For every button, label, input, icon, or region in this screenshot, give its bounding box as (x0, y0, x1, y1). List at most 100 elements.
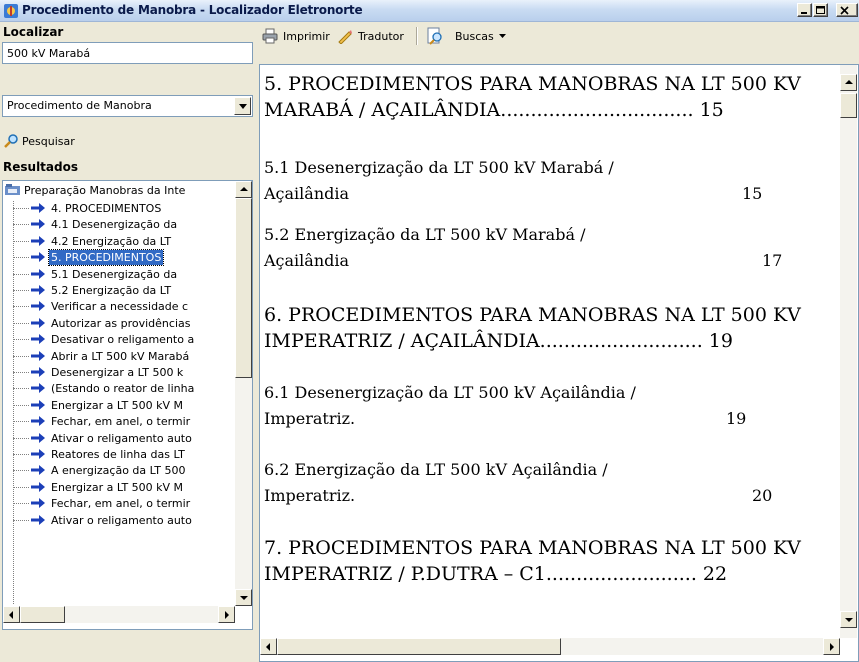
tree-root[interactable]: Preparação Manobras da Inte (3, 182, 235, 199)
arrow-right-icon (31, 399, 45, 410)
scroll-up-icon[interactable] (235, 181, 252, 198)
tree-item[interactable]: 5.1 Desenergização da (3, 266, 235, 283)
tree-item[interactable]: Desenergizar a LT 500 k (3, 364, 235, 381)
tree-item[interactable]: Fechar, em anel, o termir (3, 495, 235, 512)
arrow-right-icon (31, 465, 45, 476)
tree-root-label: Preparação Manobras da Inte (24, 184, 186, 197)
scroll-thumb[interactable] (20, 606, 65, 623)
document-horizontal-scrollbar[interactable] (260, 638, 840, 655)
tree-connector (13, 290, 29, 291)
tree-item-label: 5.1 Desenergização da (51, 267, 178, 281)
tree-vertical-scrollbar[interactable] (235, 181, 252, 606)
tree-item[interactable]: Abrir a LT 500 kV Marabá (3, 348, 235, 365)
tree-connector (13, 437, 29, 439)
tree-item[interactable]: (Estando o reator de linha (3, 380, 235, 397)
arrow-right-icon (31, 432, 45, 443)
scroll-left-icon[interactable] (260, 638, 277, 655)
searches-button[interactable]: Buscas (426, 26, 507, 46)
tree-item[interactable]: Autorizar as providências (3, 315, 235, 332)
tree-connector (13, 486, 29, 488)
tree-item-label: 5.2 Energização da LT (51, 284, 172, 297)
tree-item-label: Desenergizar a LT 500 k (51, 366, 184, 379)
tree-item[interactable]: Reatores de linha das LT (3, 446, 235, 463)
title-bar[interactable]: Procedimento de Manobra - Localizador El… (0, 0, 859, 22)
tree-item[interactable]: Desativar o religamento a (3, 331, 235, 348)
chevron-down-icon[interactable] (234, 97, 251, 115)
tree-item[interactable]: Verificar a necessidade c (3, 298, 235, 315)
doc-entry-title: 5.2 Energização da LT 500 kV Marabá / (264, 225, 586, 244)
tree-item-label: 4.1 Desenergização da (51, 218, 178, 232)
document-viewer[interactable]: 5. PROCEDIMENTOS PARA MANOBRAS NA LT 500… (259, 64, 859, 662)
doc-entry-page-number: 19 (726, 409, 747, 428)
scroll-down-icon[interactable] (840, 611, 857, 628)
scroll-up-icon[interactable] (840, 74, 857, 91)
results-tree-list: Preparação Manobras da Inte 4. PROCEDIME… (3, 181, 235, 606)
close-button[interactable] (836, 3, 858, 17)
arrow-right-icon (31, 203, 45, 213)
tree-item[interactable]: Energizar a LT 500 kV M (3, 397, 235, 414)
tree-item-label: Energizar a LT 500 kV M (51, 398, 184, 412)
type-select[interactable]: Procedimento de Manobra (2, 95, 253, 117)
doc-entry-continuation: Açailândia (264, 184, 350, 203)
search-button[interactable]: Pesquisar (3, 132, 75, 150)
scroll-left-icon[interactable] (3, 606, 20, 623)
tree-item-label: 5. PROCEDIMENTOS (47, 249, 165, 267)
tree-item[interactable]: Ativar o religamento auto (3, 430, 235, 447)
maximize-icon (816, 6, 825, 14)
doc-entry-page-number: 15 (742, 184, 763, 203)
app-icon (4, 4, 18, 18)
doc-entry-continuation: IMPERATRIZ / P.DUTRA – C1...............… (264, 563, 728, 585)
search-input[interactable] (2, 42, 253, 64)
tree-item-label: 4.2 Energização da LT (51, 234, 172, 248)
print-button[interactable]: Imprimir (262, 26, 330, 46)
document-vertical-scrollbar[interactable] (840, 65, 857, 638)
minimize-button[interactable] (797, 3, 812, 17)
results-label: Resultados (3, 160, 78, 174)
doc-entry-page-number: 20 (752, 486, 773, 505)
tree-item[interactable]: 4.1 Desenergização da (3, 216, 235, 233)
scroll-right-icon[interactable] (218, 606, 235, 623)
tree-connector (13, 257, 29, 259)
tree-connector (13, 224, 29, 226)
arrow-right-icon (31, 481, 45, 492)
doc-entry-continuation: IMPERATRIZ / AÇAILÂNDIA.................… (264, 330, 733, 352)
tree-connector (13, 372, 29, 373)
folder-icon (5, 184, 20, 195)
tree-item[interactable]: 4. PROCEDIMENTOS (3, 200, 235, 217)
scroll-thumb[interactable] (277, 638, 561, 655)
tree-item-label: Autorizar as providências (51, 316, 191, 330)
scroll-thumb[interactable] (840, 93, 857, 118)
tree-item[interactable]: 5.2 Energização da LT (3, 282, 235, 299)
tree-item[interactable]: 5. PROCEDIMENTOS (3, 249, 235, 267)
scroll-thumb[interactable] (235, 198, 252, 378)
search-document-icon (427, 27, 442, 45)
tree-connector (13, 208, 29, 209)
tree-item[interactable]: A energização da LT 500 (3, 462, 235, 479)
tree-connector (13, 503, 29, 505)
tree-item[interactable]: Energizar a LT 500 kV M (3, 479, 235, 496)
translate-button[interactable]: Tradutor (337, 26, 404, 46)
tree-item[interactable]: Ativar o religamento auto (3, 512, 235, 529)
tree-connector (13, 240, 29, 242)
tree-item[interactable]: 4.2 Energização da LT (3, 233, 235, 250)
printer-icon (262, 28, 278, 44)
scroll-right-icon[interactable] (823, 638, 840, 655)
doc-entry-title: 6.1 Desenergização da LT 500 kV Açailând… (264, 383, 636, 402)
tree-connector (13, 306, 29, 308)
scroll-down-icon[interactable] (235, 589, 252, 606)
tree-horizontal-scrollbar[interactable] (3, 606, 235, 623)
close-icon (840, 6, 849, 15)
window-title: Procedimento de Manobra - Localizador El… (22, 3, 363, 17)
tree-item-label: Ativar o religamento auto (51, 513, 192, 527)
doc-entry-title: 7. PROCEDIMENTOS PARA MANOBRAS NA LT 500… (264, 537, 801, 559)
translate-label: Tradutor (358, 29, 404, 43)
type-select-value: Procedimento de Manobra (7, 99, 152, 112)
searches-label: Buscas (455, 29, 494, 43)
maximize-button[interactable] (813, 3, 828, 17)
doc-entry-page-number: 17 (762, 251, 783, 270)
results-tree[interactable]: Preparação Manobras da Inte 4. PROCEDIME… (2, 180, 253, 630)
arrow-right-icon (31, 514, 45, 525)
arrow-right-icon (31, 268, 45, 279)
tree-item[interactable]: Fechar, em anel, o termir (3, 413, 235, 430)
doc-entry-title: 6.2 Energização da LT 500 kV Açailândia … (264, 460, 608, 479)
